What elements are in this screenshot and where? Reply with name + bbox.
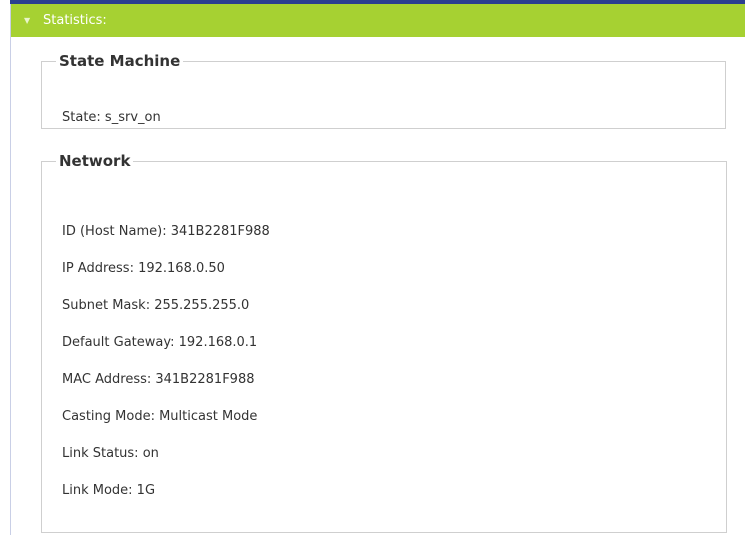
statistics-page: ▼ Statistics: State Machine State: s_srv… (0, 0, 745, 535)
casting-mode-row: Casting Mode: Multicast Mode (62, 409, 258, 424)
subnet-mask-row: Subnet Mask: 255.255.255.0 (62, 298, 250, 313)
state-machine-legend: State Machine (59, 52, 181, 70)
network-legend: Network (59, 152, 131, 170)
host-name-row: ID (Host Name): 341B2281F988 (62, 224, 270, 239)
network-group: Network ID (Host Name): 341B2281F988 IP … (41, 152, 727, 533)
default-gateway-row: Default Gateway: 192.168.0.1 (62, 335, 258, 350)
state-value: State: s_srv_on (62, 110, 161, 125)
link-mode-row: Link Mode: 1G (62, 483, 156, 498)
ip-address-row: IP Address: 192.168.0.50 (62, 261, 225, 276)
collapse-triangle-icon[interactable]: ▼ (24, 4, 30, 37)
mac-address-row: MAC Address: 341B2281F988 (62, 372, 255, 387)
link-status-row: Link Status: on (62, 446, 159, 461)
state-machine-group: State Machine State: s_srv_on (41, 52, 726, 129)
panel-title: Statistics: (43, 13, 107, 28)
left-divider (10, 4, 11, 535)
statistics-panel-header[interactable]: ▼ Statistics: (11, 4, 745, 37)
